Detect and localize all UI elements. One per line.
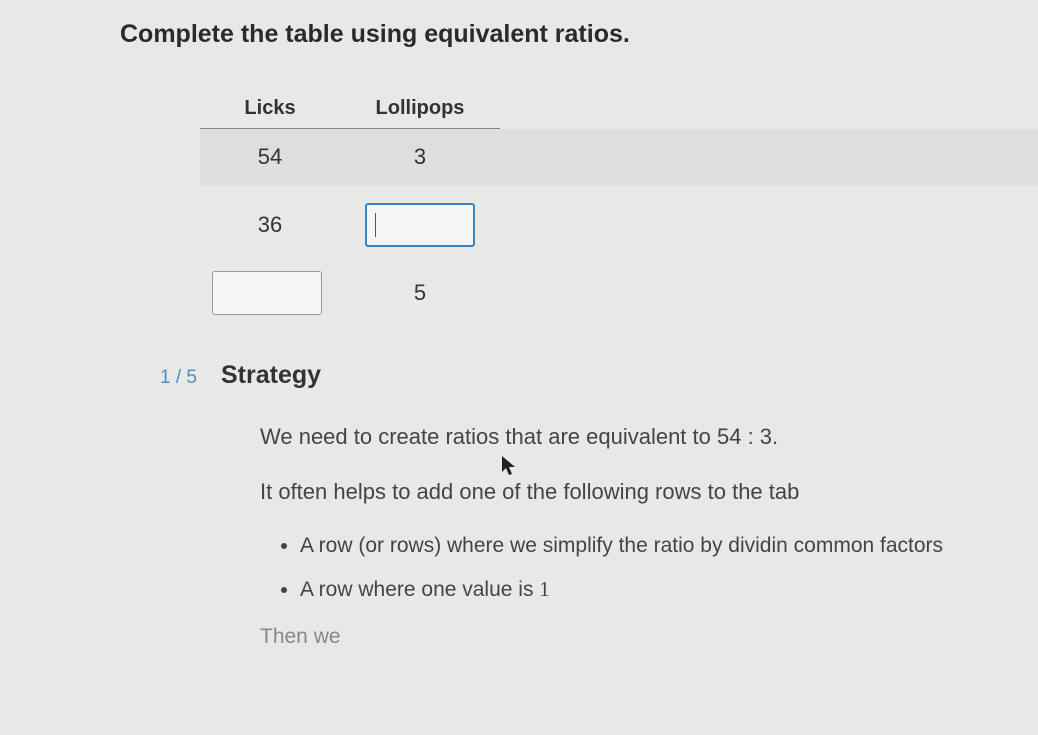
cell-licks-2: 36 <box>200 200 340 250</box>
table-row: 5 <box>200 265 1038 321</box>
p1-text-a: We need to create ratios that are equiva… <box>260 424 717 449</box>
step-counter: 1 / 5 <box>160 367 197 389</box>
table-row: 54 3 <box>200 129 1038 185</box>
ratio-value: 54 : 3 <box>717 424 772 449</box>
licks-input-row3[interactable] <box>212 271 322 315</box>
header-licks: Licks <box>200 89 340 129</box>
cell-lollipops-1: 3 <box>340 132 500 182</box>
bullet2-number: 1 <box>539 577 550 601</box>
text-cursor <box>375 213 376 237</box>
ratio-table: Licks Lollipops 54 3 36 5 <box>200 89 1038 321</box>
p1-text-b: . <box>772 424 778 449</box>
question-title: Complete the table using equivalent rati… <box>120 20 1038 49</box>
strategy-section: 1 / 5 Strategy <box>160 361 1038 390</box>
cell-licks-3-wrapper <box>200 265 340 321</box>
paragraph-2: It often helps to add one of the followi… <box>260 475 1038 508</box>
list-item: A row where one value is 1 <box>300 574 1038 606</box>
hint-list: A row (or rows) where we simplify the ra… <box>300 530 1038 605</box>
cell-lollipops-3: 5 <box>340 268 500 318</box>
cell-licks-1: 54 <box>200 132 340 182</box>
header-lollipops: Lollipops <box>340 89 500 129</box>
bullet2-text: A row where one value is <box>300 578 539 601</box>
paragraph-1: We need to create ratios that are equiva… <box>260 420 1038 453</box>
lollipops-input-row2[interactable] <box>365 203 475 247</box>
list-item: A row (or rows) where we simplify the ra… <box>300 530 1038 562</box>
table-header-row: Licks Lollipops <box>200 89 1038 129</box>
table-row: 36 <box>200 185 1038 265</box>
cutoff-text: Then we <box>260 625 1038 649</box>
strategy-heading: Strategy <box>221 361 321 390</box>
cell-lollipops-2-wrapper <box>340 185 500 265</box>
